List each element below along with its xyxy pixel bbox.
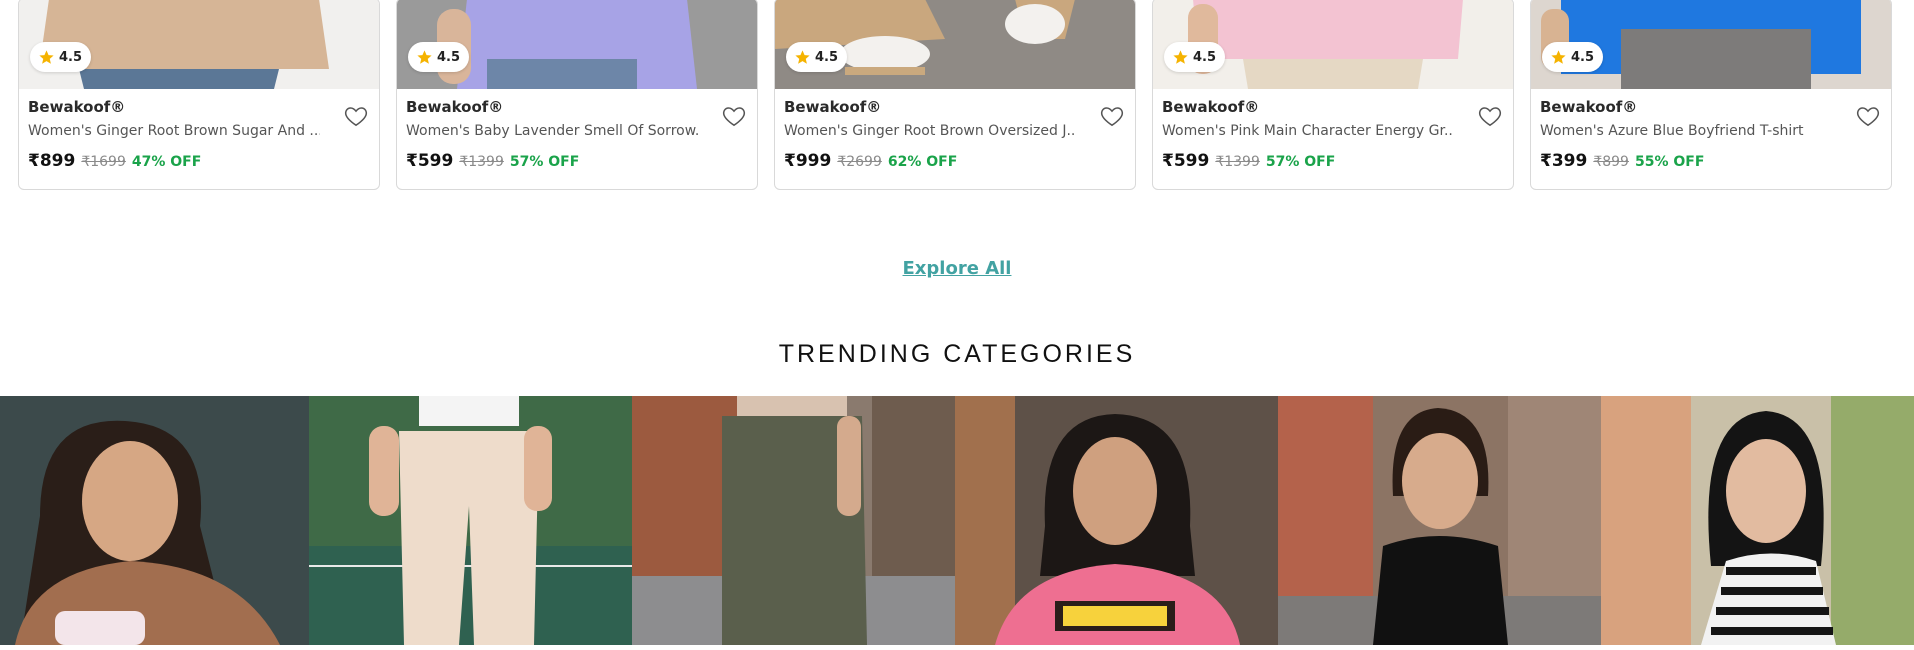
category-tile[interactable] xyxy=(955,396,1278,645)
original-price: ₹1699 xyxy=(81,154,126,170)
star-icon xyxy=(1551,49,1566,64)
rating-badge: 4.5 xyxy=(30,42,92,72)
price-row: ₹999 ₹2699 62% OFF xyxy=(784,151,957,171)
product-card[interactable]: 4.5 Bewakoof® Women's Azure Blue Boyfrie… xyxy=(1530,0,1892,190)
selling-price: ₹999 xyxy=(784,151,832,171)
product-name[interactable]: Women's Ginger Root Brown Oversized J... xyxy=(784,123,1076,139)
original-price: ₹1399 xyxy=(1215,154,1260,170)
rating-badge: 4.5 xyxy=(786,42,848,72)
heart-outline-icon xyxy=(722,107,746,127)
product-card[interactable]: 4.5 Bewakoof® Women's Ginger Root Brown … xyxy=(774,0,1136,190)
product-card[interactable]: 4.5 Bewakoof® Women's Baby Lavender Smel… xyxy=(396,0,758,190)
rating-value: 4.5 xyxy=(437,49,461,65)
rating-badge: 4.5 xyxy=(408,42,470,72)
heart-outline-icon xyxy=(1100,107,1124,127)
product-brand: Bewakoof® xyxy=(1540,98,1638,116)
rating-value: 4.5 xyxy=(1193,49,1217,65)
star-icon xyxy=(417,49,432,64)
discount-label: 47% OFF xyxy=(131,154,202,170)
selling-price: ₹599 xyxy=(1162,151,1210,171)
trending-categories-row xyxy=(0,396,1914,645)
wishlist-button[interactable] xyxy=(343,103,369,129)
price-row: ₹599 ₹1399 57% OFF xyxy=(406,151,579,171)
heart-outline-icon xyxy=(1478,107,1502,127)
price-row: ₹899 ₹1699 47% OFF xyxy=(28,151,201,171)
section-title: TRENDING CATEGORIES xyxy=(778,340,1136,368)
category-tile[interactable] xyxy=(1601,396,1914,645)
product-carousel: 4.5 Bewakoof® Women's Ginger Root Brown … xyxy=(0,0,1914,192)
original-price: ₹2699 xyxy=(837,154,882,170)
star-icon xyxy=(39,49,54,64)
heart-outline-icon xyxy=(1856,107,1880,127)
category-tile[interactable] xyxy=(632,396,955,645)
rating-badge: 4.5 xyxy=(1164,42,1226,72)
original-price: ₹1399 xyxy=(459,154,504,170)
product-name[interactable]: Women's Azure Blue Boyfriend T-shirt xyxy=(1540,123,1832,139)
discount-label: 55% OFF xyxy=(1634,154,1705,170)
selling-price: ₹399 xyxy=(1540,151,1588,171)
heart-outline-icon xyxy=(344,107,368,127)
selling-price: ₹599 xyxy=(406,151,454,171)
selling-price: ₹899 xyxy=(28,151,76,171)
category-tile[interactable] xyxy=(309,396,632,645)
product-brand: Bewakoof® xyxy=(784,98,882,116)
rating-value: 4.5 xyxy=(59,49,83,65)
rating-value: 4.5 xyxy=(815,49,839,65)
explore-all-link[interactable]: Explore All xyxy=(0,258,1914,279)
rating-badge: 4.5 xyxy=(1542,42,1604,72)
category-tile[interactable] xyxy=(0,396,309,645)
wishlist-button[interactable] xyxy=(1099,103,1125,129)
wishlist-button[interactable] xyxy=(1855,103,1881,129)
price-row: ₹599 ₹1399 57% OFF xyxy=(1162,151,1335,171)
discount-label: 57% OFF xyxy=(1265,154,1336,170)
discount-label: 62% OFF xyxy=(887,154,958,170)
product-name[interactable]: Women's Baby Lavender Smell Of Sorrow... xyxy=(406,123,698,139)
original-price: ₹899 xyxy=(1593,154,1629,170)
product-card[interactable]: 4.5 Bewakoof® Women's Pink Main Characte… xyxy=(1152,0,1514,190)
product-brand: Bewakoof® xyxy=(28,98,126,116)
discount-label: 57% OFF xyxy=(509,154,580,170)
price-row: ₹399 ₹899 55% OFF xyxy=(1540,151,1704,171)
wishlist-button[interactable] xyxy=(721,103,747,129)
product-name[interactable]: Women's Ginger Root Brown Sugar And ... xyxy=(28,123,320,139)
wishlist-button[interactable] xyxy=(1477,103,1503,129)
product-brand: Bewakoof® xyxy=(406,98,504,116)
category-tile[interactable] xyxy=(1278,396,1601,645)
product-card[interactable]: 4.5 Bewakoof® Women's Ginger Root Brown … xyxy=(18,0,380,190)
star-icon xyxy=(1173,49,1188,64)
rating-value: 4.5 xyxy=(1571,49,1595,65)
product-brand: Bewakoof® xyxy=(1162,98,1260,116)
star-icon xyxy=(795,49,810,64)
product-name[interactable]: Women's Pink Main Character Energy Gr... xyxy=(1162,123,1454,139)
